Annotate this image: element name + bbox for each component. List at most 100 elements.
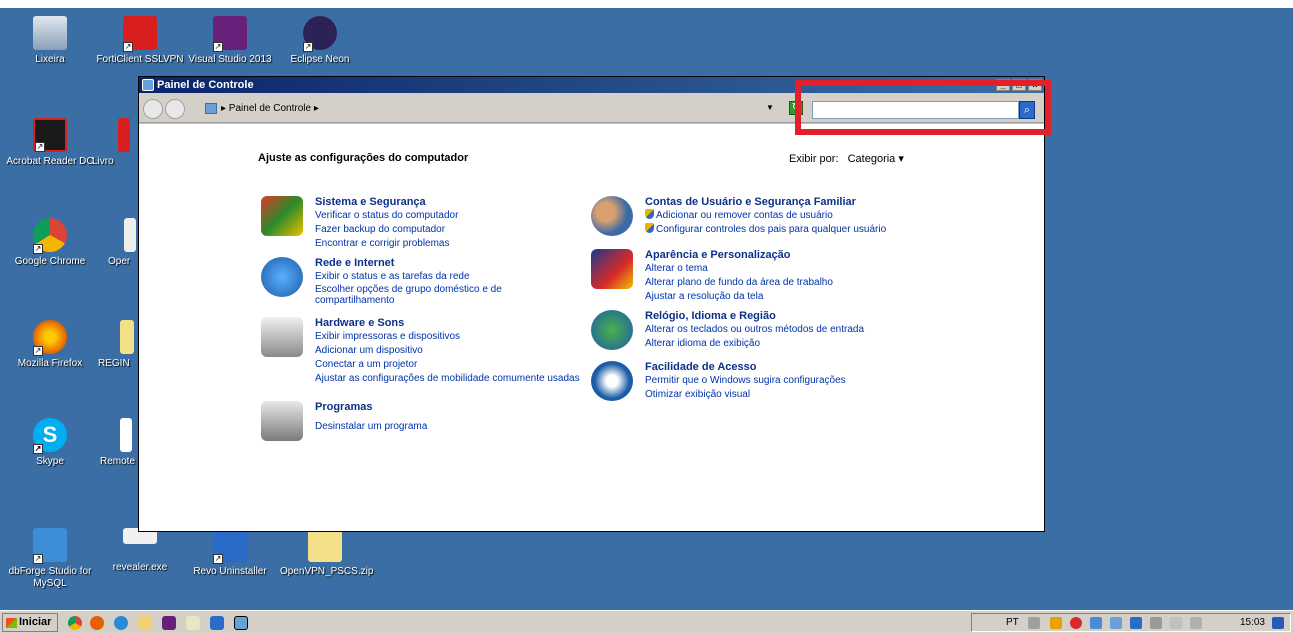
show-desktop-icon[interactable]: [1272, 617, 1284, 629]
category-link[interactable]: Alterar idioma de exibição: [645, 337, 945, 351]
category-title[interactable]: Hardware e Sons: [315, 317, 585, 330]
control-panel-icon[interactable]: [234, 616, 248, 630]
main-content: Ajuste as configurações do computador Ex…: [139, 124, 1044, 531]
category-link[interactable]: Escolher opções de grupo doméstico e de: [315, 284, 585, 295]
desktop-icon-dbforge[interactable]: ↗ dbForge Studio for MySQL: [5, 528, 95, 590]
uac-shield-icon: [645, 209, 654, 219]
category-link[interactable]: Desinstalar um programa: [315, 420, 585, 434]
user-accounts-icon: [591, 196, 633, 236]
category-link[interactable]: Adicionar um dispositivo: [315, 344, 585, 358]
control-panel-icon: [205, 102, 217, 114]
address-dropdown-arrow-icon[interactable]: ▼: [766, 103, 774, 112]
category-title[interactable]: Sistema e Segurança: [315, 196, 585, 209]
tray-icon[interactable]: [1028, 617, 1040, 629]
clock[interactable]: 15:03: [1240, 617, 1265, 628]
category-link[interactable]: Permitir que o Windows sugira configuraç…: [645, 374, 945, 388]
desktop-icon-regin[interactable]: REGIN: [98, 320, 138, 370]
category-link[interactable]: Configurar controles dos pais para qualq…: [645, 223, 945, 237]
breadcrumb[interactable]: ▸ Painel de Controle ▸: [205, 100, 319, 117]
category-link-text: Configurar controles dos pais para qualq…: [656, 224, 887, 235]
visual-studio-icon: ↗: [213, 16, 247, 52]
forticlient-icon: ↗: [123, 16, 157, 52]
visual-studio-icon[interactable]: [162, 616, 176, 630]
desktop-icon-forticlient[interactable]: ↗ FortiClient SSLVPN: [95, 16, 185, 66]
category-link[interactable]: Verificar o status do computador: [315, 209, 585, 223]
category-link[interactable]: Otimizar exibição visual: [645, 388, 945, 402]
chrome-icon[interactable]: [68, 616, 82, 630]
control-panel-window: Painel de Controle _ □ × ▸ Painel de Con…: [138, 76, 1045, 532]
desktop-icon-lixeira[interactable]: Lixeira: [5, 16, 95, 66]
desktop-icon-remote[interactable]: Remote: [100, 418, 138, 468]
category-link[interactable]: Alterar os teclados ou outros métodos de…: [645, 323, 945, 337]
accessibility-icon: [591, 361, 633, 401]
view-by-label: Exibir por:: [789, 153, 839, 165]
printer-icon: [261, 317, 303, 357]
desktop-icon-openvpn[interactable]: OpenVPN_PSCS.zip: [280, 528, 373, 578]
appearance-monitor-icon: [591, 249, 633, 289]
zip-folder-icon: [308, 528, 342, 562]
category-link[interactable]: Encontrar e corrigir problemas: [315, 237, 585, 251]
category-link[interactable]: compartilhamento: [315, 295, 585, 306]
desktop-icon-chrome[interactable]: ↗ Google Chrome: [5, 218, 95, 268]
tray-icon[interactable]: [1050, 617, 1062, 629]
desktop-icon-visual-studio[interactable]: ↗ Visual Studio 2013: [185, 16, 275, 66]
category-title[interactable]: Rede e Internet: [315, 257, 585, 270]
screen-top-strip: [0, 0, 1293, 8]
desktop-icon-oper[interactable]: Oper: [108, 218, 138, 268]
category-link[interactable]: Fazer backup do computador: [315, 223, 585, 237]
desktop-icon-label: Remote: [100, 456, 136, 467]
category-link[interactable]: Ajustar a resolução da tela: [645, 290, 945, 304]
revo-uninstaller-icon: ↗: [213, 528, 247, 564]
category-title[interactable]: Aparência e Personalização: [645, 249, 945, 262]
forward-button[interactable]: [165, 99, 185, 119]
tray-icon[interactable]: [1070, 617, 1082, 629]
category-title[interactable]: Facilidade de Acesso: [645, 361, 945, 374]
desktop-icon-firefox[interactable]: ↗ Mozilla Firefox: [5, 320, 95, 370]
desktop-icon-acrobat[interactable]: ↗ Acrobat Reader DC: [5, 118, 95, 168]
category-title[interactable]: Programas: [315, 401, 585, 414]
tray-icon[interactable]: [1110, 617, 1122, 629]
desktop-icon-revo[interactable]: ↗ Revo Uninstaller: [185, 528, 275, 578]
desktop-icon-label: Skype: [36, 456, 64, 467]
category-link[interactable]: Ajustar as configurações de mobilidade c…: [315, 372, 585, 386]
category-title[interactable]: Relógio, Idioma e Região: [645, 310, 945, 323]
desktop-icon-eclipse[interactable]: ↗ Eclipse Neon: [275, 16, 365, 66]
network-globe-icon: [261, 257, 303, 297]
programs-box-icon: [261, 401, 303, 441]
category-link-text: Adicionar ou remover contas de usuário: [656, 210, 833, 221]
back-button[interactable]: [143, 99, 163, 119]
network-icon[interactable]: [1170, 617, 1182, 629]
view-by: Exibir por: Categoria ▾: [789, 152, 904, 165]
category-link[interactable]: Alterar plano de fundo da área de trabal…: [645, 276, 945, 290]
desktop-icon-revealer[interactable]: revealer.exe: [95, 528, 185, 574]
internet-explorer-icon[interactable]: [114, 616, 128, 630]
language-indicator[interactable]: PT: [1006, 617, 1019, 628]
category-link[interactable]: Adicionar ou remover contas de usuário: [645, 209, 945, 223]
desktop-icon-label: Visual Studio 2013: [188, 54, 272, 65]
desktop-icon-livro[interactable]: Livro: [92, 118, 138, 168]
category-link[interactable]: Alterar o tema: [645, 262, 945, 276]
tray-icon[interactable]: [1130, 617, 1142, 629]
desktop-icon-skype[interactable]: S ↗ Skype: [5, 418, 95, 468]
desktop-icon-label: FortiClient SSLVPN: [96, 54, 184, 65]
app-icon[interactable]: [210, 616, 224, 630]
windows-logo-icon: [6, 618, 17, 628]
uac-shield-icon: [645, 223, 654, 233]
search-highlight-box: [795, 80, 1051, 135]
volume-icon[interactable]: [1190, 617, 1202, 629]
tray-icon[interactable]: [1090, 617, 1102, 629]
desktop-icon-label: Mozilla Firefox: [17, 358, 83, 369]
explorer-folder-icon[interactable]: [138, 616, 152, 630]
view-by-dropdown[interactable]: Categoria ▾: [848, 153, 904, 165]
category-link[interactable]: Conectar a um projetor: [315, 358, 585, 372]
notepad-icon[interactable]: [186, 616, 200, 630]
start-button[interactable]: Iniciar: [2, 613, 58, 632]
category-link[interactable]: Exibir o status e as tarefas da rede: [315, 270, 585, 284]
start-label: Iniciar: [19, 616, 52, 628]
category-link[interactable]: Exibir impressoras e dispositivos: [315, 330, 585, 344]
remote-desktop-icon: [120, 418, 132, 452]
tray-icon[interactable]: [1150, 617, 1162, 629]
category-title[interactable]: Contas de Usuário e Segurança Familiar: [645, 196, 945, 209]
acrobat-icon: ↗: [33, 118, 67, 152]
firefox-icon[interactable]: [90, 616, 104, 630]
